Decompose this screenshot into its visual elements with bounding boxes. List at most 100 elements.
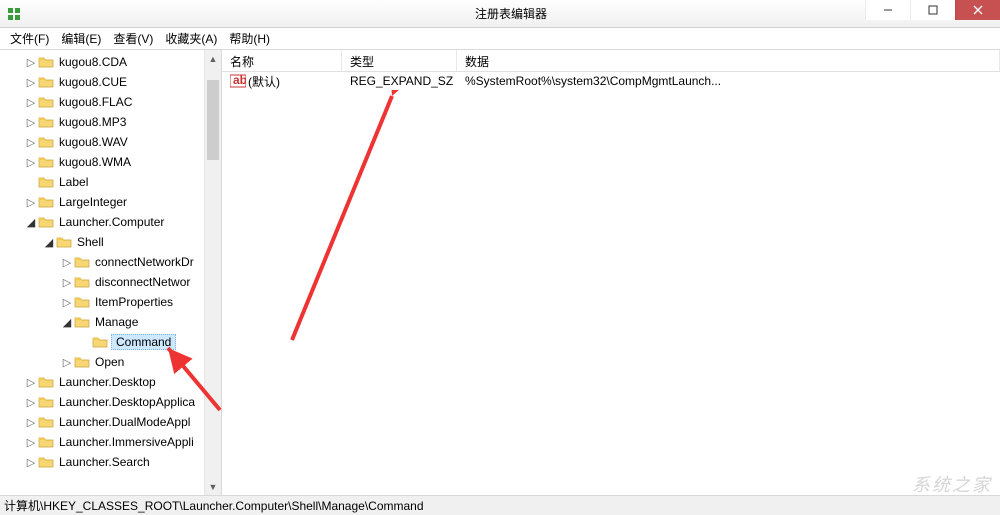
expander-closed-icon[interactable]: ▷	[24, 436, 38, 449]
expander-closed-icon[interactable]: ▷	[60, 276, 74, 289]
tree-item-label: kugou8.MP3	[57, 115, 128, 129]
expander-open-icon[interactable]: ◢	[24, 216, 38, 229]
header-type[interactable]: 类型	[342, 50, 457, 71]
status-path: 计算机\HKEY_CLASSES_ROOT\Launcher.Computer\…	[4, 497, 424, 514]
tree-item-label: Manage	[93, 315, 140, 329]
tree-item[interactable]: ▷ kugou8.MP3	[0, 112, 221, 132]
tree-item-label: Shell	[75, 235, 106, 249]
tree-item-label: ItemProperties	[93, 295, 175, 309]
scroll-up-icon[interactable]: ▲	[205, 50, 221, 67]
expander-closed-icon[interactable]: ▷	[24, 56, 38, 69]
annotation-arrow-1	[282, 90, 402, 350]
folder-icon	[38, 215, 54, 229]
tree-item-label: Launcher.ImmersiveAppli	[57, 435, 196, 449]
expander-closed-icon[interactable]: ▷	[60, 356, 74, 369]
folder-icon	[74, 295, 90, 309]
folder-icon	[74, 255, 90, 269]
tree-item[interactable]: Command	[0, 332, 221, 352]
tree-item[interactable]: ◢Launcher.Computer	[0, 212, 221, 232]
expander-closed-icon[interactable]: ▷	[24, 456, 38, 469]
tree-item[interactable]: ▷kugou8.FLAC	[0, 92, 221, 112]
expander-closed-icon[interactable]: ▷	[60, 296, 74, 309]
svg-text:ab: ab	[233, 74, 246, 87]
title-bar: 注册表编辑器	[0, 0, 1000, 28]
tree-item[interactable]: ▷ Launcher.ImmersiveAppli	[0, 432, 221, 452]
folder-icon	[56, 235, 72, 249]
menu-favorites[interactable]: 收藏夹(A)	[159, 28, 223, 49]
expander-closed-icon[interactable]: ▷	[60, 256, 74, 269]
tree-item-label: kugou8.WMA	[57, 155, 133, 169]
tree-item-label: connectNetworkDr	[93, 255, 196, 269]
tree-item[interactable]: Label	[0, 172, 221, 192]
tree-item[interactable]: ▷Launcher.Desktop	[0, 372, 221, 392]
tree-item-label: Launcher.DesktopApplica	[57, 395, 197, 409]
tree-item[interactable]: ▷ connectNetworkDr	[0, 252, 221, 272]
expander-closed-icon[interactable]: ▷	[24, 376, 38, 389]
values-header: 名称 类型 数据	[222, 50, 1000, 72]
tree-scrollbar[interactable]: ▲ ▼	[204, 50, 221, 495]
value-name: (默认)	[248, 73, 280, 90]
tree-item[interactable]: ▷ Launcher.Search	[0, 452, 221, 472]
folder-icon	[38, 155, 54, 169]
tree-item[interactable]: ▷Open	[0, 352, 221, 372]
window-buttons	[865, 0, 1000, 20]
tree-panel: ▷kugou8.CDA▷kugou8.CUE▷kugou8.FLAC▷kugou…	[0, 50, 222, 495]
expander-closed-icon[interactable]: ▷	[24, 156, 38, 169]
expander-open-icon[interactable]: ◢	[60, 316, 74, 329]
expander-closed-icon[interactable]: ▷	[24, 76, 38, 89]
window-title: 注册表编辑器	[22, 5, 1000, 22]
expander-closed-icon[interactable]: ▷	[24, 196, 38, 209]
values-panel: 名称 类型 数据 ab (默认) REG_EXPAND_SZ %SystemRo…	[222, 50, 1000, 495]
tree-item-label: kugou8.CDA	[57, 55, 129, 69]
tree-item[interactable]: ▷ kugou8.CUE	[0, 72, 221, 92]
tree-item[interactable]: ▷ ItemProperties	[0, 292, 221, 312]
tree-item[interactable]: ▷ kugou8.WAV	[0, 132, 221, 152]
tree-item-label: Command	[111, 334, 176, 350]
header-name[interactable]: 名称	[222, 50, 342, 71]
expander-closed-icon[interactable]: ▷	[24, 116, 38, 129]
menu-edit[interactable]: 编辑(E)	[55, 28, 107, 49]
menu-help[interactable]: 帮助(H)	[223, 28, 276, 49]
folder-icon	[38, 75, 54, 89]
folder-icon	[74, 315, 90, 329]
folder-icon	[92, 335, 108, 349]
status-bar: 计算机\HKEY_CLASSES_ROOT\Launcher.Computer\…	[0, 495, 1000, 515]
expander-closed-icon[interactable]: ▷	[24, 96, 38, 109]
folder-icon	[74, 275, 90, 289]
tree-item[interactable]: ◢ Shell	[0, 232, 221, 252]
folder-icon	[38, 395, 54, 409]
close-button[interactable]	[955, 0, 1000, 20]
values-list[interactable]: ab (默认) REG_EXPAND_SZ %SystemRoot%\syste…	[222, 72, 1000, 495]
expander-closed-icon[interactable]: ▷	[24, 396, 38, 409]
folder-icon	[38, 415, 54, 429]
tree-item-label: disconnectNetwor	[93, 275, 192, 289]
expander-closed-icon[interactable]: ▷	[24, 416, 38, 429]
tree-item-label: Launcher.Search	[57, 455, 152, 469]
maximize-button[interactable]	[910, 0, 955, 20]
minimize-button[interactable]	[865, 0, 910, 20]
tree-item[interactable]: ▷ Launcher.DesktopApplica	[0, 392, 221, 412]
tree-item-label: Launcher.DualModeAppl	[57, 415, 192, 429]
tree-item[interactable]: ▷ disconnectNetwor	[0, 272, 221, 292]
scroll-down-icon[interactable]: ▼	[205, 478, 221, 495]
header-data[interactable]: 数据	[457, 50, 1000, 71]
value-row[interactable]: ab (默认) REG_EXPAND_SZ %SystemRoot%\syste…	[222, 72, 1000, 90]
folder-icon	[74, 355, 90, 369]
tree-item[interactable]: ▷ kugou8.WMA	[0, 152, 221, 172]
tree-item-label: kugou8.CUE	[57, 75, 129, 89]
tree-item[interactable]: ◢ Manage	[0, 312, 221, 332]
tree-item-label: kugou8.WAV	[57, 135, 130, 149]
expander-open-icon[interactable]: ◢	[42, 236, 56, 249]
tree-item[interactable]: ▷LargeInteger	[0, 192, 221, 212]
folder-icon	[38, 435, 54, 449]
scroll-thumb[interactable]	[207, 80, 219, 160]
expander-closed-icon[interactable]: ▷	[24, 136, 38, 149]
menu-view[interactable]: 查看(V)	[107, 28, 159, 49]
menu-file[interactable]: 文件(F)	[4, 28, 55, 49]
folder-icon	[38, 195, 54, 209]
tree-item[interactable]: ▷ Launcher.DualModeAppl	[0, 412, 221, 432]
tree-item[interactable]: ▷ kugou8.CDA	[0, 52, 221, 72]
string-value-icon: ab	[230, 74, 246, 88]
folder-icon	[38, 455, 54, 469]
registry-tree[interactable]: ▷kugou8.CDA▷kugou8.CUE▷kugou8.FLAC▷kugou…	[0, 50, 221, 495]
